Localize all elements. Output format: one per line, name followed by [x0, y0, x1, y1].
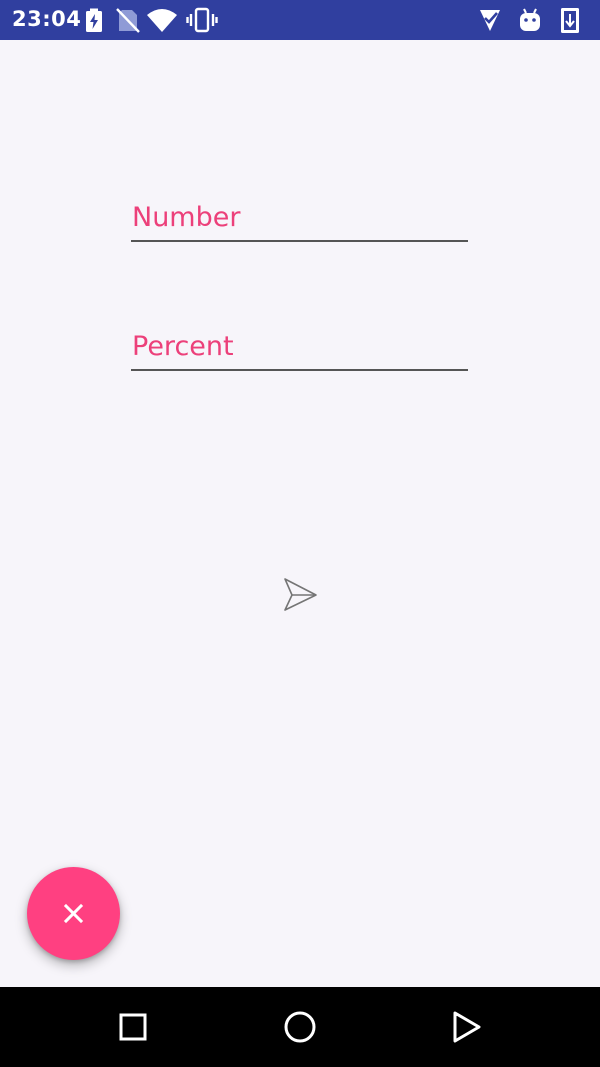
clear-fab-button[interactable] — [27, 867, 120, 960]
battery-charging-icon — [86, 8, 102, 32]
send-icon — [284, 578, 317, 611]
check-app-icon — [480, 10, 500, 31]
percent-input[interactable] — [131, 325, 472, 371]
navigation-bar — [0, 987, 600, 1067]
main-content: Number Percent — [0, 40, 600, 987]
download-icon — [561, 8, 579, 33]
home-circle-icon[interactable] — [280, 1007, 320, 1047]
send-button[interactable] — [280, 575, 320, 615]
wifi-icon — [147, 9, 177, 32]
recents-square-icon[interactable] — [113, 1007, 153, 1047]
no-sim-icon — [116, 8, 140, 33]
close-icon — [63, 903, 84, 924]
number-field-underline — [131, 240, 468, 242]
vibrate-icon — [186, 7, 218, 33]
percent-field[interactable]: Percent — [131, 325, 472, 373]
number-input[interactable] — [131, 196, 472, 242]
android-debug-icon — [520, 8, 540, 31]
back-triangle-icon[interactable] — [446, 1007, 486, 1047]
status-bar: 23:04 — [0, 0, 600, 40]
percent-field-underline — [131, 369, 468, 371]
number-field[interactable]: Number — [131, 196, 472, 244]
status-time: 23:04 — [12, 7, 82, 31]
